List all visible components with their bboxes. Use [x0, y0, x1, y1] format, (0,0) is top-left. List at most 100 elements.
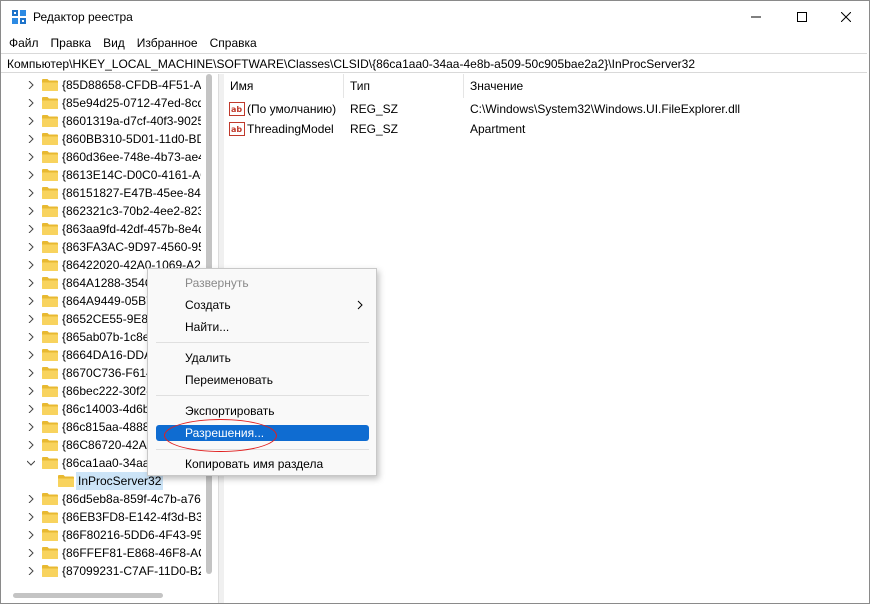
menu-item-new[interactable]: Создать — [156, 297, 369, 313]
svg-text:ab: ab — [231, 125, 242, 134]
chevron-right-icon[interactable] — [27, 297, 35, 305]
chevron-right-icon[interactable] — [27, 531, 35, 539]
chevron-right-icon[interactable] — [27, 207, 35, 215]
value-type: REG_SZ — [350, 102, 399, 116]
tree-item-label: {86EB3FD8-E142-4f3d-B3D — [62, 510, 212, 524]
chevron-right-icon[interactable] — [27, 405, 35, 413]
close-button[interactable] — [823, 1, 869, 33]
address-bar[interactable]: Компьютер\HKEY_LOCAL_MACHINE\SOFTWARE\Cl… — [1, 53, 867, 73]
chevron-right-icon[interactable] — [27, 81, 35, 89]
menu-item-delete[interactable]: Удалить — [156, 350, 369, 366]
value-row[interactable]: ab (По умолчанию) REG_SZ C:\Windows\Syst… — [224, 99, 869, 119]
tree-item[interactable]: {862321c3-70b2-4ee2-8231 — [1, 202, 217, 220]
tree-item[interactable]: {860BB310-5D01-11d0-BD3 — [1, 130, 217, 148]
svg-text:ab: ab — [231, 105, 242, 114]
folder-icon — [42, 349, 58, 361]
chevron-right-icon[interactable] — [27, 369, 35, 377]
chevron-down-icon[interactable] — [27, 459, 35, 467]
chevron-right-icon[interactable] — [27, 243, 35, 251]
value-name: ThreadingModel — [247, 122, 334, 136]
folder-icon — [42, 511, 58, 523]
chevron-right-icon[interactable] — [27, 513, 35, 521]
folder-icon — [42, 529, 58, 541]
column-value[interactable]: Значение — [464, 74, 869, 98]
folder-icon — [42, 547, 58, 559]
tree-item[interactable]: {8601319a-d7cf-40f3-9025- — [1, 112, 217, 130]
menu-view[interactable]: Вид — [99, 33, 129, 53]
chevron-right-icon[interactable] — [27, 135, 35, 143]
folder-icon — [42, 241, 58, 253]
menu-item-copy-key-name[interactable]: Копировать имя раздела — [156, 456, 369, 472]
chevron-right-icon[interactable] — [27, 117, 35, 125]
tree-item-label: {863aa9fd-42df-457b-8e4d — [62, 222, 205, 236]
tree-item[interactable]: {87099231-C7AF-11D0-B2 — [1, 562, 217, 580]
chevron-right-icon[interactable] — [27, 315, 35, 323]
folder-icon — [42, 223, 58, 235]
column-type[interactable]: Тип — [344, 74, 464, 98]
tree-item[interactable]: {86d5eb8a-859f-4c7b-a76b — [1, 490, 217, 508]
tree-item[interactable]: {86FFEF81-E868-46F8-ACC — [1, 544, 217, 562]
menu-item-find[interactable]: Найти... — [156, 319, 369, 335]
tree-item[interactable]: {863FA3AC-9D97-4560-958 — [1, 238, 217, 256]
tree-item-label: {8664DA16-DDA — [62, 348, 153, 362]
folder-icon — [42, 187, 58, 199]
tree-item[interactable]: {863aa9fd-42df-457b-8e4d — [1, 220, 217, 238]
annotation-ellipse — [164, 419, 277, 452]
tree-item[interactable]: {860d36ee-748e-4b73-ae4 — [1, 148, 217, 166]
minimize-icon — [751, 16, 761, 18]
tree-item-label: {86ca1aa0-34aa- — [62, 456, 154, 470]
tree-item[interactable]: {86F80216-5DD6-4F43-953 — [1, 526, 217, 544]
tree-item-label: {86d5eb8a-859f-4c7b-a76b — [62, 492, 208, 506]
tree-item[interactable]: {86151827-E47B-45ee-8421 — [1, 184, 217, 202]
tree-item[interactable]: {86EB3FD8-E142-4f3d-B3D — [1, 508, 217, 526]
string-value-icon: ab — [229, 122, 245, 136]
chevron-right-icon[interactable] — [27, 351, 35, 359]
value-type: REG_SZ — [350, 122, 399, 136]
menu-favorites[interactable]: Избранное — [133, 33, 202, 53]
chevron-right-icon[interactable] — [27, 153, 35, 161]
tree-horizontal-scrollbar[interactable] — [1, 588, 217, 603]
chevron-right-icon[interactable] — [27, 225, 35, 233]
maximize-button[interactable] — [779, 1, 825, 33]
tree-item[interactable]: {8613E14C-D0C0-4161-AC — [1, 166, 217, 184]
chevron-right-icon[interactable] — [27, 261, 35, 269]
column-name[interactable]: Имя — [224, 74, 344, 98]
tree-item[interactable]: {85e94d25-0712-47ed-8cd — [1, 94, 217, 112]
menu-file[interactable]: Файл — [5, 33, 43, 53]
menu-edit[interactable]: Правка — [47, 33, 96, 53]
chevron-right-icon[interactable] — [27, 333, 35, 341]
chevron-right-icon[interactable] — [27, 279, 35, 287]
tree-item-label: {86c815aa-4888- — [62, 420, 154, 434]
value-name: (По умолчанию) — [247, 102, 337, 116]
menu-item-expand[interactable]: Развернуть — [156, 275, 369, 291]
chevron-right-icon[interactable] — [27, 99, 35, 107]
folder-icon — [42, 385, 58, 397]
chevron-right-icon[interactable] — [27, 171, 35, 179]
minimize-button[interactable] — [733, 1, 779, 33]
menu-separator — [156, 395, 369, 396]
menu-item-rename[interactable]: Переименовать — [156, 372, 369, 388]
chevron-right-icon[interactable] — [27, 567, 35, 575]
folder-icon — [42, 439, 58, 451]
title-bar[interactable]: Редактор реестра — [1, 1, 869, 33]
scrollbar-thumb[interactable] — [13, 593, 163, 598]
chevron-right-icon[interactable] — [27, 423, 35, 431]
chevron-right-icon — [357, 300, 363, 310]
folder-icon — [42, 493, 58, 505]
chevron-right-icon[interactable] — [27, 189, 35, 197]
chevron-right-icon[interactable] — [27, 441, 35, 449]
tree-item-label: {86bec222-30f2- — [62, 384, 151, 398]
regedit-icon — [12, 10, 26, 24]
chevron-right-icon[interactable] — [27, 387, 35, 395]
tree-item-label: {8601319a-d7cf-40f3-9025- — [62, 114, 209, 128]
menu-help[interactable]: Справка — [206, 33, 261, 53]
folder-icon — [58, 475, 74, 487]
chevron-right-icon[interactable] — [27, 549, 35, 557]
chevron-right-icon[interactable] — [27, 495, 35, 503]
tree-item-label: {86c14003-4d6b — [62, 402, 150, 416]
value-row[interactable]: ab ThreadingModel REG_SZ Apartment — [224, 119, 869, 139]
menu-item-export[interactable]: Экспортировать — [156, 403, 369, 419]
folder-icon — [42, 565, 58, 577]
tree-item[interactable]: {85D88658-CFDB-4F51-AD — [1, 76, 217, 94]
string-value-icon: ab — [229, 102, 245, 116]
